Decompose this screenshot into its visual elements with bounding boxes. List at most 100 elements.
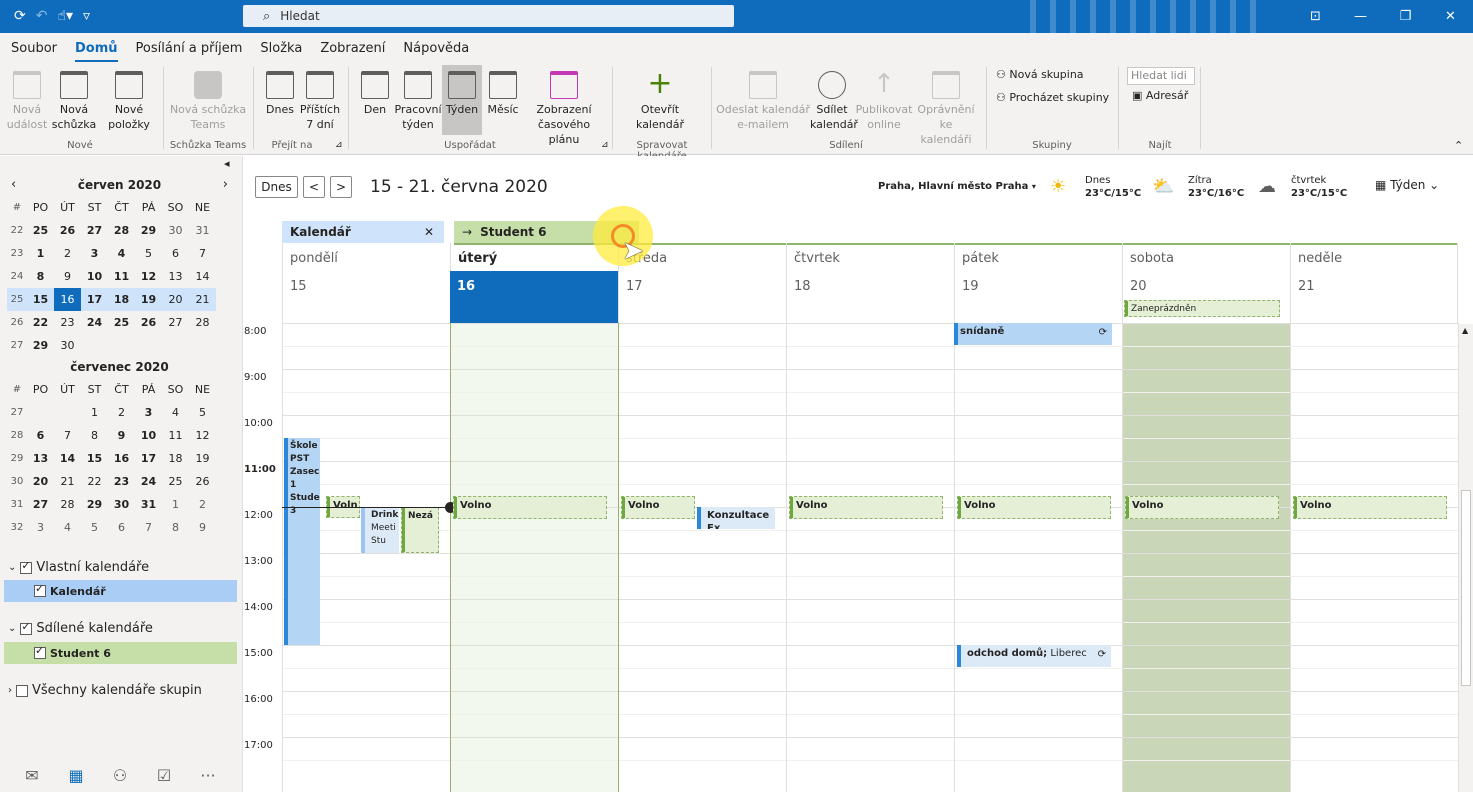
event-free-saturday[interactable]: Volno bbox=[1125, 496, 1279, 519]
mini-calendar-day[interactable]: 9 bbox=[108, 424, 135, 447]
mini-calendar-day[interactable]: 11 bbox=[162, 424, 189, 447]
customize-toolbar-icon[interactable]: ▿ bbox=[83, 8, 90, 24]
checkbox[interactable] bbox=[16, 684, 28, 697]
event-school[interactable]: Škole PST Zasec 1 Stude 3 bbox=[284, 438, 320, 645]
minimize-icon[interactable]: — bbox=[1338, 0, 1383, 33]
mini-calendar-day[interactable]: 15 bbox=[27, 288, 54, 311]
mini-calendar-day[interactable]: 18 bbox=[162, 447, 189, 470]
mini-calendar-day[interactable]: 31 bbox=[135, 493, 162, 516]
checkbox[interactable] bbox=[34, 644, 46, 659]
mini-calendar-day[interactable]: 25 bbox=[162, 470, 189, 493]
tab-kalendar[interactable]: Kalendář ✕ bbox=[282, 221, 444, 243]
mini-calendar-day[interactable]: 22 bbox=[81, 470, 108, 493]
mini-calendar-day[interactable]: 4 bbox=[162, 401, 189, 424]
mini-calendar-day[interactable]: 16 bbox=[54, 288, 81, 311]
mini-calendar-day[interactable]: 25 bbox=[108, 311, 135, 334]
new-group-button[interactable]: ⚇ Nová skupina bbox=[996, 68, 1084, 81]
mail-icon[interactable]: ✉ bbox=[10, 766, 54, 792]
checkbox[interactable] bbox=[20, 620, 33, 635]
share-calendar-button[interactable]: Sdílet kalendář bbox=[810, 67, 858, 132]
mini-calendar-day[interactable]: 23 bbox=[108, 470, 135, 493]
mini-calendar-day[interactable]: 29 bbox=[27, 334, 54, 357]
mini-calendar-day[interactable]: 26 bbox=[135, 311, 162, 334]
next-week-button[interactable]: > bbox=[330, 176, 352, 198]
day-header-sunday[interactable]: neděle 21 bbox=[1290, 243, 1458, 323]
mini-calendar-day[interactable]: 26 bbox=[54, 219, 81, 242]
prev-week-button[interactable]: < bbox=[303, 176, 325, 198]
search-input[interactable]: ⌕ Hledat bbox=[243, 5, 734, 27]
mini-calendar-day[interactable]: 6 bbox=[27, 424, 54, 447]
mini-calendar-day[interactable]: 12 bbox=[135, 265, 162, 288]
location-dropdown[interactable]: Praha, Hlavní město Praha ▾ bbox=[878, 181, 1036, 192]
mini-calendar-day[interactable]: 19 bbox=[135, 288, 162, 311]
work-week-button[interactable]: Pracovní týden bbox=[394, 67, 442, 132]
mini-calendar-day[interactable]: 23 bbox=[54, 311, 81, 334]
mini-calendar-day[interactable]: 2 bbox=[189, 493, 216, 516]
event-konzultace[interactable]: Konzultace Ex bbox=[697, 507, 775, 529]
undo-icon[interactable]: ↶ bbox=[36, 8, 48, 24]
mini-calendar-day[interactable]: 1 bbox=[162, 493, 189, 516]
mini-calendar-day[interactable]: 25 bbox=[27, 219, 54, 242]
calendar-item-kalendar[interactable]: Kalendář bbox=[4, 580, 237, 602]
next-month-icon[interactable]: › bbox=[223, 174, 228, 196]
new-event-button[interactable]: Nová událost bbox=[6, 67, 48, 132]
publish-online-button[interactable]: ↑ Publikovat online bbox=[854, 67, 914, 132]
calendar-item-student-6[interactable]: Student 6 bbox=[4, 642, 237, 664]
mini-calendar-day[interactable]: 22 bbox=[27, 311, 54, 334]
mini-calendar-day[interactable]: 30 bbox=[108, 493, 135, 516]
email-calendar-button[interactable]: Odeslat kalendář e-mailem bbox=[716, 67, 810, 132]
checkbox[interactable] bbox=[34, 582, 46, 597]
mini-calendar-day[interactable]: 20 bbox=[162, 288, 189, 311]
mini-calendar-day[interactable]: 19 bbox=[189, 447, 216, 470]
new-items-button[interactable]: Nové položky bbox=[102, 67, 156, 132]
event-free-tuesday[interactable]: Volno bbox=[453, 496, 607, 519]
scrollbar-thumb[interactable] bbox=[1461, 490, 1471, 686]
dialog-launcher-icon[interactable]: ⊿ bbox=[601, 140, 609, 150]
tasks-icon[interactable]: ☑ bbox=[142, 766, 186, 792]
mini-calendar-day[interactable]: 7 bbox=[189, 242, 216, 265]
mini-calendar-day[interactable]: 8 bbox=[27, 265, 54, 288]
mini-calendar-day[interactable]: 1 bbox=[81, 401, 108, 424]
mini-calendar-day[interactable]: 28 bbox=[189, 311, 216, 334]
mini-calendar-day[interactable]: 5 bbox=[135, 242, 162, 265]
mini-calendar-day[interactable]: 28 bbox=[108, 219, 135, 242]
mini-calendar-day[interactable]: 14 bbox=[54, 447, 81, 470]
people-icon[interactable]: ⚇ bbox=[98, 766, 142, 792]
mini-calendar-day[interactable]: 21 bbox=[189, 288, 216, 311]
mini-calendar-day[interactable]: 29 bbox=[135, 219, 162, 242]
go-today-button[interactable]: Dnes bbox=[262, 67, 298, 117]
event-breakfast[interactable]: snídaně ⟳ bbox=[954, 323, 1112, 345]
mini-calendar-day[interactable]: 31 bbox=[189, 219, 216, 242]
mini-calendar-day[interactable]: 14 bbox=[189, 265, 216, 288]
dialog-launcher-icon[interactable]: ⊿ bbox=[335, 140, 343, 150]
browse-groups-button[interactable]: ⚇ Procházet skupiny bbox=[996, 91, 1109, 104]
menu-domu[interactable]: Domů bbox=[75, 41, 118, 62]
mini-calendar-day[interactable]: 2 bbox=[54, 242, 81, 265]
event-neza[interactable]: Nezá bbox=[401, 507, 439, 553]
event-busy[interactable]: Zaneprázdněn bbox=[1124, 300, 1280, 317]
event-free-friday[interactable]: Volno bbox=[957, 496, 1111, 519]
event-drink[interactable]: Drink Meeti Stu bbox=[361, 507, 399, 553]
mini-calendar-day[interactable]: 10 bbox=[81, 265, 108, 288]
mini-calendar-day[interactable]: 15 bbox=[81, 447, 108, 470]
day-view-button[interactable]: Den bbox=[356, 67, 394, 117]
weather-tomorrow[interactable]: Zítra 23°C/16°C bbox=[1188, 174, 1244, 200]
event-free-sunday[interactable]: Volno bbox=[1293, 496, 1447, 519]
search-people-input[interactable]: Hledat lidi bbox=[1127, 67, 1195, 85]
weather-thursday[interactable]: čtvrtek 23°C/15°C bbox=[1291, 174, 1347, 200]
mini-calendar-day[interactable]: 13 bbox=[27, 447, 54, 470]
checkbox[interactable] bbox=[20, 559, 33, 574]
mini-calendar-day[interactable]: 9 bbox=[189, 516, 216, 539]
month-view-button[interactable]: Měsíc bbox=[484, 67, 522, 117]
calendar-icon[interactable]: ▦ bbox=[54, 766, 98, 792]
scroll-up-icon[interactable]: ▲ bbox=[1462, 326, 1468, 335]
day-header-thursday[interactable]: čtvrtek 18 bbox=[786, 243, 954, 323]
mini-calendar-day[interactable]: 10 bbox=[135, 424, 162, 447]
mini-calendar-day[interactable]: 7 bbox=[54, 424, 81, 447]
mini-calendar-day[interactable]: 27 bbox=[27, 493, 54, 516]
shared-calendars-group[interactable]: ⌄ Sdílené kalendáře bbox=[8, 620, 153, 637]
new-teams-meeting-button[interactable]: Nová schůzka Teams bbox=[168, 67, 248, 132]
ribbon-display-icon[interactable]: ⊡ bbox=[1293, 0, 1338, 33]
mini-calendar-day[interactable]: 8 bbox=[162, 516, 189, 539]
mini-calendar-day[interactable]: 12 bbox=[189, 424, 216, 447]
